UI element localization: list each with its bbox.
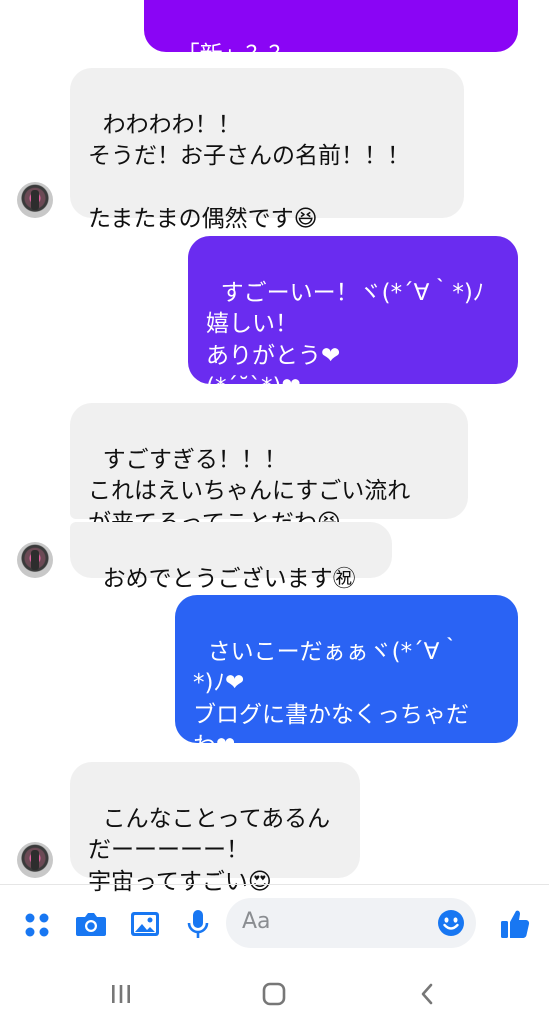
message-input[interactable]: Aa (226, 898, 476, 948)
microphone-icon[interactable] (186, 908, 210, 940)
recent-apps-icon[interactable] (110, 983, 132, 1005)
message-bubble-incoming[interactable]: こんなことってあるん だーーーーー！ 宇宙ってすごい😍 (70, 762, 360, 895)
thumbs-up-icon[interactable] (500, 908, 530, 940)
message-text: すごーいー！ヾ(*´∀｀*)ﾉ 嬉しい！ ありがとう❤ (*´˘`*)❤ (206, 279, 485, 401)
message-bubble-outgoing[interactable]: すごーいー！ヾ(*´∀｀*)ﾉ 嬉しい！ ありがとう❤ (*´˘`*)❤ (188, 236, 518, 400)
camera-icon[interactable] (75, 910, 107, 938)
message-text: おめでとうございます㊗ (102, 565, 356, 592)
message-text: さいこーだぁぁヾ(*´∀｀ *)ﾉ❤ ブログに書かなくっちゃだ わ❤ (193, 638, 469, 760)
contact-avatar[interactable] (17, 542, 53, 578)
back-icon[interactable] (418, 982, 436, 1006)
message-input-placeholder: Aa (242, 909, 271, 934)
system-navigation-bar (0, 962, 549, 1024)
message-text: こんなことってあるん だーーーーー！ 宇宙ってすごい😍 (88, 805, 331, 895)
message-text: わわわわ！！ そうだ！お子さんの名前！！！ たまたまの偶然です😆 (88, 111, 410, 233)
message-bubble-outgoing[interactable]: さいこーだぁぁヾ(*´∀｀ *)ﾉ❤ ブログに書かなくっちゃだ わ❤ (175, 595, 518, 759)
home-icon[interactable] (262, 982, 286, 1006)
composer-divider (0, 884, 549, 885)
message-bubble-incoming[interactable]: すごすぎる！！！ これはえいちゃんにすごい流れ が来てるってことだわ😆 (70, 403, 468, 536)
contact-avatar[interactable] (17, 182, 53, 218)
gallery-icon[interactable] (130, 910, 160, 938)
contact-avatar[interactable] (17, 842, 53, 878)
emoji-icon[interactable] (437, 909, 465, 937)
message-bubble-incoming[interactable]: おめでとうございます㊗ (70, 522, 392, 592)
message-bubble-incoming[interactable]: わわわわ！！ そうだ！お子さんの名前！！！ たまたまの偶然です😆 (70, 68, 464, 232)
message-text: 「新」？？ (176, 41, 292, 68)
message-bubble-outgoing[interactable]: 「新」？？ (144, 0, 518, 68)
apps-icon[interactable] (24, 912, 50, 938)
